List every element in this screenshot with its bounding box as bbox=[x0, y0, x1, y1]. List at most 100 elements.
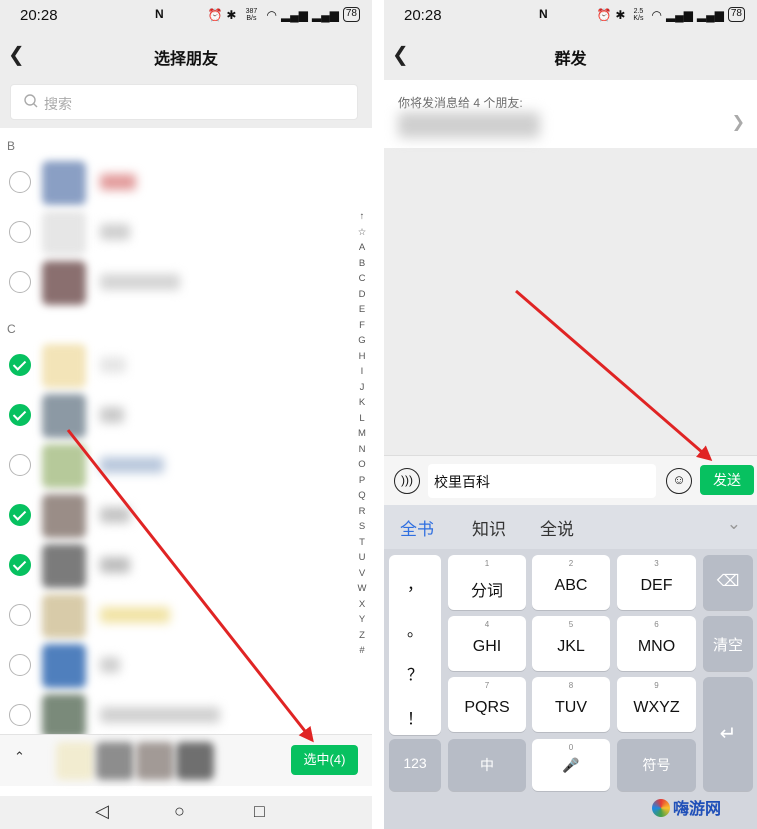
index-letter[interactable]: F bbox=[354, 318, 370, 334]
contact-row[interactable] bbox=[0, 341, 350, 391]
nav-home-icon[interactable]: ○ bbox=[174, 801, 185, 822]
index-letter[interactable]: Y bbox=[354, 612, 370, 628]
index-letter[interactable]: H bbox=[354, 349, 370, 365]
contact-row[interactable] bbox=[0, 541, 350, 591]
index-letter[interactable]: D bbox=[354, 287, 370, 303]
index-letter[interactable]: N bbox=[354, 442, 370, 458]
index-letter[interactable]: # bbox=[354, 643, 370, 659]
unchecked-icon[interactable] bbox=[9, 704, 31, 726]
t9-key[interactable]: 2 ABC bbox=[532, 555, 610, 610]
punct-comma[interactable]: ， bbox=[389, 571, 441, 595]
index-letter[interactable]: Q bbox=[354, 488, 370, 504]
punctuation-column[interactable]: ， 。 ？ ！ bbox=[389, 555, 441, 735]
contact-name-blurred bbox=[100, 507, 130, 523]
candidate-2[interactable]: 知识 bbox=[472, 515, 506, 540]
space-key[interactable]: 0 🎤 bbox=[532, 739, 610, 791]
nav-bar: ❮ 选择朋友 bbox=[0, 32, 372, 80]
nav-back-icon[interactable]: ◁ bbox=[95, 801, 109, 822]
index-letter[interactable]: M bbox=[354, 426, 370, 442]
unchecked-icon[interactable] bbox=[9, 654, 31, 676]
contact-row[interactable] bbox=[0, 491, 350, 541]
punct-exclaim[interactable]: ！ bbox=[389, 705, 441, 729]
numeric-key[interactable]: 123 bbox=[389, 739, 441, 791]
index-letter[interactable]: P bbox=[354, 473, 370, 489]
selected-avatar[interactable] bbox=[96, 742, 134, 780]
contact-row[interactable] bbox=[0, 208, 350, 258]
network-speed: 387 B/s bbox=[245, 7, 258, 22]
selected-avatar[interactable] bbox=[176, 742, 214, 780]
voice-icon[interactable]: ))) bbox=[394, 468, 420, 494]
unchecked-icon[interactable] bbox=[9, 221, 31, 243]
index-letter[interactable]: L bbox=[354, 411, 370, 427]
checked-icon[interactable] bbox=[9, 404, 31, 426]
contact-row[interactable] bbox=[0, 158, 350, 208]
contact-name-blurred bbox=[100, 457, 164, 473]
chevron-down-icon[interactable]: ⌄ bbox=[727, 514, 741, 534]
contact-row[interactable] bbox=[0, 391, 350, 441]
contact-name-blurred bbox=[100, 657, 120, 673]
send-button[interactable]: 发送 bbox=[700, 465, 754, 495]
t9-key[interactable]: 4 GHI bbox=[448, 616, 526, 671]
t9-key[interactable]: 6 MNO bbox=[617, 616, 696, 671]
candidate-3[interactable]: 全说 bbox=[540, 515, 574, 540]
index-letter[interactable]: O bbox=[354, 457, 370, 473]
select-button[interactable]: 选中(4) bbox=[291, 745, 358, 775]
index-letter[interactable]: ☆ bbox=[354, 225, 370, 241]
t9-key[interactable]: 3 DEF bbox=[617, 555, 696, 610]
index-letter[interactable]: ↑ bbox=[354, 209, 370, 225]
index-letter[interactable]: G bbox=[354, 333, 370, 349]
bluetooth-icon: ✱ bbox=[615, 7, 626, 22]
t9-key[interactable]: 5 JKL bbox=[532, 616, 610, 671]
section-letter-b: B bbox=[7, 139, 16, 153]
emoji-icon[interactable]: ☺ bbox=[666, 468, 692, 494]
checked-icon[interactable] bbox=[9, 504, 31, 526]
recipients-row[interactable]: 你将发消息给 4 个朋友: ❯ bbox=[384, 80, 757, 148]
avatar bbox=[42, 694, 86, 738]
index-letter[interactable]: I bbox=[354, 364, 370, 380]
punct-period[interactable]: 。 bbox=[389, 617, 441, 641]
contact-row[interactable] bbox=[0, 258, 350, 308]
index-letter[interactable]: Z bbox=[354, 628, 370, 644]
index-letter[interactable]: C bbox=[354, 271, 370, 287]
t9-key[interactable]: 8 TUV bbox=[532, 677, 610, 732]
backspace-key[interactable]: ⌫ bbox=[703, 555, 753, 610]
contact-row[interactable] bbox=[0, 641, 350, 691]
index-letter[interactable]: J bbox=[354, 380, 370, 396]
page-title: 群发 bbox=[554, 51, 587, 68]
t9-key[interactable]: 9 WXYZ bbox=[617, 677, 696, 732]
index-letter[interactable]: B bbox=[354, 256, 370, 272]
t9-key[interactable]: 7 PQRS bbox=[448, 677, 526, 732]
clear-key[interactable]: 清空 bbox=[703, 616, 753, 671]
index-letter[interactable]: X bbox=[354, 597, 370, 613]
index-letter[interactable]: V bbox=[354, 566, 370, 582]
t9-key[interactable]: 1 分词 bbox=[448, 555, 526, 610]
contact-row[interactable] bbox=[0, 591, 350, 641]
index-letter[interactable]: S bbox=[354, 519, 370, 535]
alphabet-index[interactable]: ↑ ☆ A B C D E F G H I J K L M N O P Q R S T U V W X Y Z # bbox=[354, 209, 370, 659]
unchecked-icon[interactable] bbox=[9, 271, 31, 293]
message-input[interactable]: 校里百科 bbox=[428, 464, 656, 498]
index-letter[interactable]: A bbox=[354, 240, 370, 256]
checked-icon[interactable] bbox=[9, 354, 31, 376]
unchecked-icon[interactable] bbox=[9, 604, 31, 626]
contact-row[interactable] bbox=[0, 441, 350, 491]
index-letter[interactable]: W bbox=[354, 581, 370, 597]
punct-question[interactable]: ？ bbox=[389, 661, 441, 685]
index-letter[interactable]: K bbox=[354, 395, 370, 411]
search-input[interactable]: 搜索 bbox=[10, 84, 358, 120]
index-letter[interactable]: T bbox=[354, 535, 370, 551]
symbol-key[interactable]: 符号 bbox=[617, 739, 696, 791]
index-letter[interactable]: E bbox=[354, 302, 370, 318]
expand-icon[interactable]: ⌃ bbox=[14, 749, 25, 765]
nav-recents-icon[interactable]: □ bbox=[254, 801, 265, 822]
index-letter[interactable]: U bbox=[354, 550, 370, 566]
candidate-1[interactable]: 全书 bbox=[400, 515, 434, 540]
language-key[interactable]: 中 bbox=[448, 739, 526, 791]
selected-avatar[interactable] bbox=[56, 742, 94, 780]
unchecked-icon[interactable] bbox=[9, 171, 31, 193]
selected-avatar[interactable] bbox=[136, 742, 174, 780]
index-letter[interactable]: R bbox=[354, 504, 370, 520]
enter-key[interactable]: ↵ bbox=[703, 677, 753, 791]
unchecked-icon[interactable] bbox=[9, 454, 31, 476]
checked-icon[interactable] bbox=[9, 554, 31, 576]
